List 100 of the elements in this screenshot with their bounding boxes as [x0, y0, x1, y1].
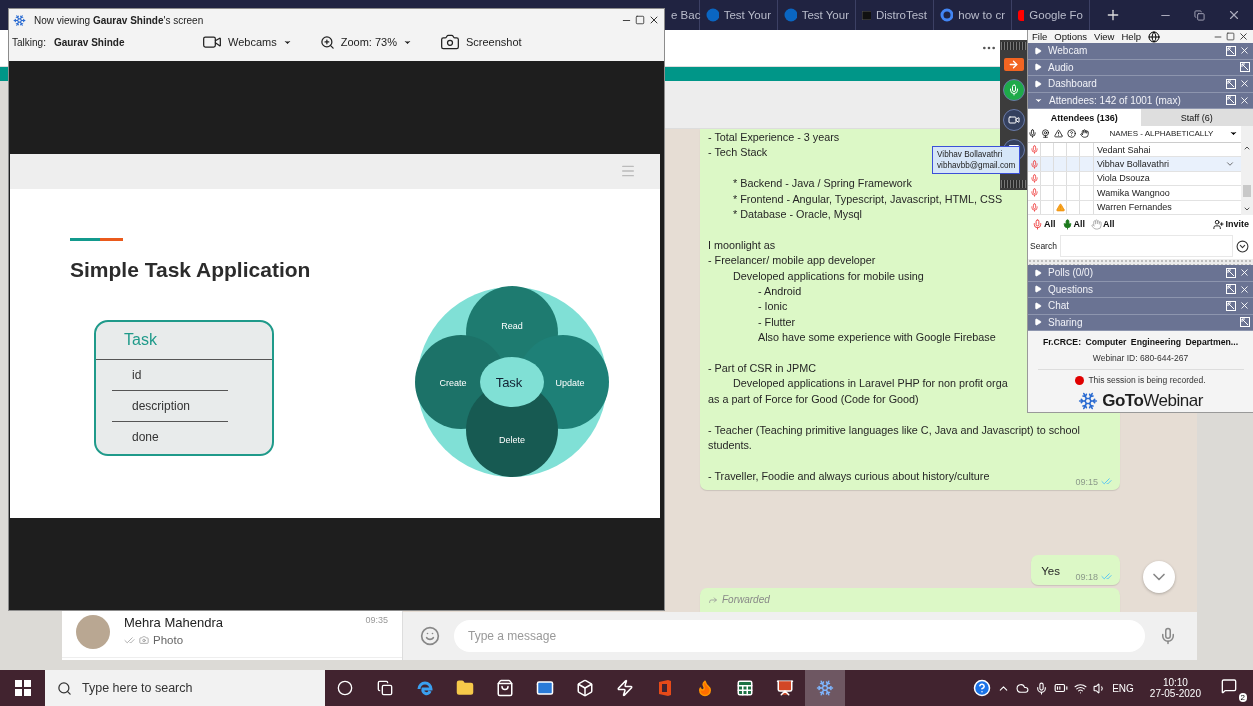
bulk-action-button[interactable]: All: [1061, 218, 1086, 230]
webcam-icon: [1041, 129, 1050, 139]
help-icon: [1067, 129, 1076, 139]
message-time: 09:15: [1075, 476, 1098, 487]
toolbar-button[interactable]: Zoom: 73%: [317, 34, 414, 50]
invite-button[interactable]: Invite: [1213, 218, 1249, 230]
attendee-row[interactable]: Vibhav Bollavathri: [1028, 157, 1241, 172]
sort-label[interactable]: NAMES - ALPHABETICALLY: [1094, 129, 1229, 139]
message-time: 09:35: [365, 615, 388, 627]
message-line: - Tech Stack: [708, 145, 768, 161]
zoom-in-icon: [319, 34, 335, 50]
diagram-label: Read: [501, 320, 523, 331]
clock-date: 27-05-2020: [1149, 688, 1201, 699]
logo-text: GoToWebinar: [1102, 391, 1203, 411]
cloud-icon[interactable]: [1016, 681, 1030, 695]
scroll-up-icon[interactable]: [1243, 144, 1251, 152]
snowflake-icon: [13, 13, 26, 27]
dropdown-icon[interactable]: [1236, 239, 1249, 253]
avatar-placeholder: [76, 615, 110, 649]
battery-icon[interactable]: [1054, 681, 1069, 695]
message-line: - Total Experience - 3 years: [708, 130, 840, 145]
close-button[interactable]: [1227, 8, 1241, 22]
collapse-button[interactable]: [1003, 58, 1024, 71]
taskbar-search-field[interactable]: Type here to search: [45, 670, 325, 706]
accent-line: [70, 237, 123, 241]
emoji-icon[interactable]: [420, 626, 440, 646]
toolbar-button[interactable]: Webcams: [200, 32, 294, 52]
panel-tab[interactable]: Attendees (136): [1028, 109, 1141, 126]
close-button[interactable]: [1238, 31, 1249, 42]
microphone-icon: [1061, 218, 1073, 230]
popout-button[interactable]: [1226, 267, 1236, 278]
message-line: as a part of Force for Good (Code for Good): [708, 391, 919, 407]
diagram-label: Create: [439, 377, 467, 388]
hand-icon: [1080, 129, 1089, 139]
ring-icon: [940, 8, 954, 22]
popout-button[interactable]: [1226, 95, 1236, 106]
popout-button[interactable]: [1226, 45, 1236, 56]
panel-section-header[interactable]: Polls (0/0): [1028, 265, 1253, 282]
box-icon: [576, 679, 594, 697]
chat-list-item[interactable]: Mehra Mahendra 09:35 Photo: [62, 613, 402, 658]
scroll-down-icon[interactable]: [1243, 205, 1251, 213]
message-line: Developed applications in Laravel PHP for non profit orga: [733, 376, 1008, 392]
webcam-button[interactable]: [1002, 109, 1025, 131]
section-title: Dashboard: [1048, 78, 1098, 90]
popout-button[interactable]: [1240, 62, 1250, 73]
microphone-button[interactable]: [1002, 79, 1025, 101]
grip-handle[interactable]: [1001, 42, 1026, 50]
popout-button[interactable]: [1226, 284, 1236, 295]
globe-icon[interactable]: [1148, 30, 1161, 43]
menu-item[interactable]: Help: [1121, 31, 1142, 42]
help-icon[interactable]: [973, 679, 992, 697]
popout-button[interactable]: [1226, 78, 1236, 89]
menu-item[interactable]: View: [1094, 31, 1115, 42]
talking-label: Talking:: [12, 36, 46, 48]
message-line: * Frontend - Angular, Typescript, Javascript, HTML, CSS: [733, 191, 1003, 207]
maximize-button[interactable]: [635, 15, 645, 25]
window-title: Now viewing Gaurav Shinde's screen: [34, 14, 204, 26]
bulk-action-button[interactable]: All: [1032, 218, 1056, 230]
maximize-button[interactable]: [1226, 32, 1235, 41]
wifi-icon[interactable]: [1074, 681, 1088, 695]
attendee-name: Vedant Sahai: [1097, 144, 1151, 155]
panel-tab[interactable]: Staff (6): [1140, 109, 1253, 126]
message-line: Developed applications for mobile using: [733, 268, 924, 284]
grip-handle[interactable]: [1001, 180, 1026, 188]
message-line: - Flutter: [758, 314, 796, 330]
section-title: Audio: [1048, 61, 1075, 73]
snowflake-icon: [1078, 391, 1099, 411]
slide-title: Simple Task Application: [70, 257, 312, 282]
language-indicator[interactable]: ENG: [1112, 682, 1134, 694]
popout-button[interactable]: [1226, 300, 1236, 311]
panel-section-header[interactable]: Dashboard: [1028, 76, 1253, 93]
new-tab-button[interactable]: [1105, 7, 1121, 23]
menu-item[interactable]: File: [1032, 31, 1048, 42]
panel-section-header[interactable]: Webcam: [1028, 43, 1253, 60]
entity-field: id: [132, 367, 142, 382]
panel-section-header[interactable]: Chat: [1028, 298, 1253, 315]
entity-field: description: [132, 398, 191, 413]
bulk-action-button[interactable]: All: [1091, 218, 1115, 230]
notifications-button[interactable]: 2: [1217, 674, 1247, 702]
swirl-icon: [416, 679, 434, 697]
menu-item[interactable]: Options: [1054, 31, 1088, 42]
restore-button[interactable]: [1194, 9, 1205, 21]
recording-notice: This session is being recorded.: [1088, 375, 1206, 385]
popout-button[interactable]: [1240, 317, 1250, 328]
message-line: - Ionic: [758, 299, 788, 315]
close-button[interactable]: [648, 14, 660, 26]
task-view-icon: [377, 680, 393, 696]
shopping-bag-icon: [496, 679, 514, 697]
flame-icon: [696, 679, 714, 697]
attendee-name: Viola Dsouza: [1097, 173, 1150, 184]
speech-bubble-icon: [1221, 678, 1237, 694]
attendee-row[interactable]: Wamika Wangnoo: [1028, 186, 1241, 201]
message-input[interactable]: Type a message: [454, 620, 1145, 652]
microphone-icon[interactable]: [1035, 681, 1049, 695]
attendee-name: Vibhav Bollavathri: [1097, 159, 1169, 170]
scrollbar-thumb[interactable]: [1243, 185, 1251, 197]
message-line: - Part of CSR in JPMC: [708, 361, 816, 377]
toolbar-button[interactable]: Screenshot: [437, 32, 524, 52]
message-line: - Freelancer/ mobile app developer: [708, 253, 876, 269]
section-title: Attendees: 142 of 1001 (max): [1049, 94, 1182, 106]
